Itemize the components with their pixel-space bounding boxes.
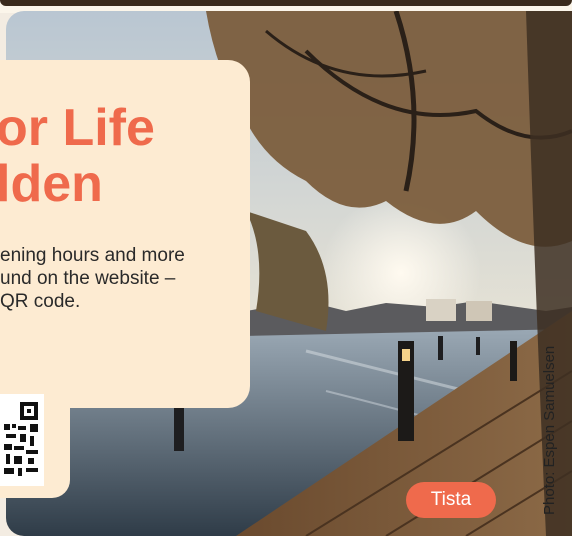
qr-code-icon[interactable] [0, 394, 44, 486]
info-line-2: und on the website – [0, 268, 176, 289]
top-strip [0, 0, 572, 6]
info-card: or Life lden ening hours and more und on… [0, 60, 250, 408]
headline-line-2: lden [0, 155, 103, 212]
headline: or Life lden [0, 100, 250, 212]
photo-credit: Photo: Espen Samuelsen [541, 345, 558, 515]
location-tag: Tista [406, 482, 496, 518]
headline-line-1: or Life [0, 100, 155, 157]
info-line-3: QR code. [0, 291, 81, 312]
info-line-1: ening hours and more [0, 245, 185, 266]
qr-block [0, 394, 70, 498]
info-text: ening hours and more und on the website … [0, 244, 250, 313]
